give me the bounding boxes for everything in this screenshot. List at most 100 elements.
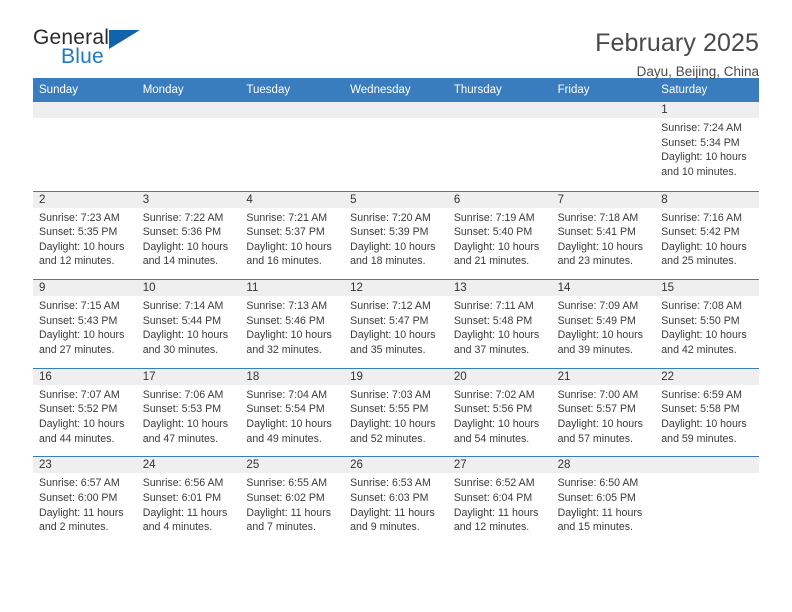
day-daylight-text: Daylight: 10 hours (39, 417, 125, 430)
day-number (33, 102, 137, 118)
day-sunrise-text: Sunrise: 6:56 AM (142, 477, 224, 490)
calendar-day-cell[interactable]: 11 Sunrise: 7:13 AM Sunset: 5:46 PM Dayligh… (240, 280, 345, 368)
day-daylight-cont-text: and 27 minutes. (39, 343, 115, 356)
day-sunrise-text: Sunrise: 7:20 AM (350, 211, 431, 224)
day-sunrise-text: Sunrise: 6:50 AM (557, 477, 639, 490)
calendar-day-cell[interactable]: 10 Sunrise: 7:14 AM Sunset: 5:44 PM Dayligh… (136, 280, 241, 368)
day-sunset-text: Sunset: 6:05 PM (557, 491, 636, 504)
calendar-day-cell-empty (551, 102, 656, 191)
day-sunset-text: Sunset: 6:03 PM (350, 491, 429, 504)
day-number: 11 (240, 280, 345, 297)
day-number: 15 (655, 280, 759, 297)
day-sun-info: Sunrise: 7:22 AM Sunset: 5:36 PM Daylight:… (137, 208, 241, 269)
calendar-day-cell[interactable]: 26 Sunrise: 6:53 AM Sunset: 6:03 PM Dayligh… (344, 457, 448, 545)
day-sunrise-text: Sunrise: 7:18 AM (557, 211, 639, 224)
day-sun-info: Sunrise: 7:18 AM Sunset: 5:41 PM Daylight:… (552, 208, 656, 269)
calendar-day-cell[interactable]: 24 Sunrise: 6:56 AM Sunset: 6:01 PM Dayligh… (136, 457, 241, 545)
calendar-day-cell[interactable]: 8 Sunrise: 7:16 AM Sunset: 5:42 PM Daylight… (655, 191, 759, 280)
day-daylight-cont-text: and 42 minutes. (661, 343, 737, 356)
day-daylight-text: Daylight: 11 hours (557, 506, 643, 519)
calendar-day-cell[interactable]: 21 Sunrise: 7:00 AM Sunset: 5:57 PM Dayligh… (551, 368, 656, 457)
day-number: 21 (551, 368, 656, 385)
calendar-week-row: 16 Sunrise: 7:07 AM Sunset: 5:52 PM Dayligh… (33, 367, 759, 457)
day-daylight-text: Daylight: 11 hours (350, 506, 435, 519)
day-sunset-text: Sunset: 6:00 PM (39, 491, 118, 504)
calendar-day-cell[interactable]: 25 Sunrise: 6:55 AM Sunset: 6:02 PM Dayligh… (240, 457, 345, 545)
calendar-day-cell[interactable]: 19 Sunrise: 7:03 AM Sunset: 5:55 PM Dayligh… (344, 368, 448, 457)
day-number: 6 (447, 191, 552, 208)
day-daylight-cont-text: and 49 minutes. (246, 432, 322, 445)
calendar-day-cell[interactable]: 28 Sunrise: 6:50 AM Sunset: 6:05 PM Dayligh… (551, 457, 656, 545)
day-sunrise-text: Sunrise: 7:08 AM (661, 300, 742, 313)
day-sun-info: Sunrise: 7:19 AM Sunset: 5:40 PM Daylight:… (448, 208, 552, 269)
day-sunset-text: Sunset: 5:35 PM (39, 226, 118, 239)
day-daylight-text: Daylight: 10 hours (350, 329, 436, 342)
day-daylight-text: Daylight: 10 hours (453, 329, 540, 342)
day-daylight-text: Daylight: 10 hours (142, 417, 229, 430)
day-sunrise-text: Sunrise: 7:02 AM (453, 388, 535, 401)
day-sunset-text: Sunset: 6:01 PM (142, 491, 222, 504)
calendar-day-cell[interactable]: 14 Sunrise: 7:09 AM Sunset: 5:49 PM Dayligh… (551, 280, 656, 368)
day-sun-info: Sunrise: 7:03 AM Sunset: 5:55 PM Daylight:… (344, 385, 448, 446)
day-daylight-text: Daylight: 10 hours (246, 329, 332, 342)
day-sunset-text: Sunset: 6:02 PM (246, 491, 325, 504)
calendar-day-cell[interactable]: 5 Sunrise: 7:20 AM Sunset: 5:39 PM Daylight… (344, 191, 448, 280)
calendar-day-cell[interactable]: 2 Sunrise: 7:23 AM Sunset: 5:35 PM Daylight… (33, 191, 137, 280)
day-sunset-text: Sunset: 6:04 PM (453, 491, 533, 504)
calendar-day-cell[interactable]: 3 Sunrise: 7:22 AM Sunset: 5:36 PM Daylight… (136, 191, 241, 280)
calendar-day-cell[interactable]: 4 Sunrise: 7:21 AM Sunset: 5:37 PM Daylight… (240, 191, 345, 280)
calendar-day-cell[interactable]: 12 Sunrise: 7:12 AM Sunset: 5:47 PM Dayligh… (344, 280, 448, 368)
calendar-day-cell[interactable]: 22 Sunrise: 6:59 AM Sunset: 5:58 PM Dayligh… (655, 368, 759, 457)
day-sunrise-text: Sunrise: 7:22 AM (142, 211, 224, 224)
day-sun-info: Sunrise: 6:56 AM Sunset: 6:01 PM Daylight:… (137, 473, 241, 534)
day-sun-info: Sunrise: 7:04 AM Sunset: 5:54 PM Daylight:… (240, 385, 344, 446)
day-sunrise-text: Sunrise: 7:04 AM (246, 388, 328, 401)
general-blue-logo[interactable]: General Blue (33, 26, 153, 74)
calendar-day-cell[interactable]: 15 Sunrise: 7:08 AM Sunset: 5:50 PM Dayligh… (655, 280, 759, 368)
day-sunset-text: Sunset: 5:53 PM (142, 403, 222, 416)
day-daylight-text: Daylight: 10 hours (350, 417, 436, 430)
logo-triangle-icon (109, 30, 140, 49)
calendar-day-cell[interactable]: 16 Sunrise: 7:07 AM Sunset: 5:52 PM Dayligh… (33, 368, 137, 457)
day-sunset-text: Sunset: 5:44 PM (142, 314, 222, 327)
day-number: 12 (344, 280, 448, 297)
day-sun-info: Sunrise: 7:09 AM Sunset: 5:49 PM Daylight:… (552, 296, 656, 357)
calendar-day-cell[interactable]: 9 Sunrise: 7:15 AM Sunset: 5:43 PM Daylight… (33, 280, 137, 368)
day-sun-info: Sunrise: 7:23 AM Sunset: 5:35 PM Daylight:… (33, 208, 137, 269)
calendar-day-cell[interactable]: 23 Sunrise: 6:57 AM Sunset: 6:00 PM Dayligh… (33, 457, 137, 545)
day-sunrise-text: Sunrise: 7:24 AM (661, 122, 742, 134)
day-number: 27 (447, 457, 552, 474)
day-number (344, 102, 448, 118)
day-sun-info: Sunrise: 6:57 AM Sunset: 6:00 PM Daylight:… (33, 473, 137, 534)
day-daylight-cont-text: and 54 minutes. (453, 432, 530, 445)
day-sun-info: Sunrise: 6:52 AM Sunset: 6:04 PM Daylight:… (448, 473, 552, 534)
day-sunset-text: Sunset: 5:36 PM (142, 226, 222, 239)
day-sunrise-text: Sunrise: 6:52 AM (453, 477, 535, 490)
calendar-weeks: 1 Sunrise: 7:24 AM Sunset: 5:34 PM Daylight… (33, 102, 759, 545)
calendar-day-cell[interactable]: 27 Sunrise: 6:52 AM Sunset: 6:04 PM Dayligh… (447, 457, 552, 545)
day-daylight-cont-text: and 12 minutes. (39, 255, 115, 268)
day-daylight-cont-text: and 7 minutes. (246, 521, 316, 534)
day-daylight-text: Daylight: 11 hours (142, 506, 228, 519)
calendar-day-cell[interactable]: 1 Sunrise: 7:24 AM Sunset: 5:34 PM Daylight… (655, 102, 759, 191)
weekday-thursday: Thursday (453, 84, 502, 96)
day-sunset-text: Sunset: 5:57 PM (557, 403, 636, 416)
calendar-day-cell[interactable]: 17 Sunrise: 7:06 AM Sunset: 5:53 PM Dayligh… (136, 368, 241, 457)
calendar-week-row: 1 Sunrise: 7:24 AM Sunset: 5:34 PM Daylight… (33, 102, 759, 191)
day-sun-info: Sunrise: 7:20 AM Sunset: 5:39 PM Daylight:… (344, 208, 448, 269)
calendar-day-cell[interactable]: 20 Sunrise: 7:02 AM Sunset: 5:56 PM Dayligh… (447, 368, 552, 457)
calendar-day-cell[interactable]: 18 Sunrise: 7:04 AM Sunset: 5:54 PM Dayligh… (240, 368, 345, 457)
day-number: 18 (240, 368, 345, 385)
day-daylight-text: Daylight: 10 hours (557, 329, 643, 342)
day-daylight-cont-text: and 16 minutes. (246, 255, 322, 268)
weekday-saturday: Saturday (661, 84, 708, 96)
day-daylight-text: Daylight: 10 hours (661, 151, 747, 164)
day-sun-info: Sunrise: 7:13 AM Sunset: 5:46 PM Daylight:… (240, 296, 344, 357)
calendar-day-cell[interactable]: 6 Sunrise: 7:19 AM Sunset: 5:40 PM Daylight… (447, 191, 552, 280)
day-daylight-text: Daylight: 10 hours (246, 240, 332, 253)
day-number: 16 (33, 368, 137, 385)
calendar-day-cell[interactable]: 7 Sunrise: 7:18 AM Sunset: 5:41 PM Daylight… (551, 191, 656, 280)
calendar-day-cell-empty (655, 457, 759, 545)
calendar-day-cell[interactable]: 13 Sunrise: 7:11 AM Sunset: 5:48 PM Dayligh… (447, 280, 552, 368)
day-number: 1 (655, 102, 759, 118)
